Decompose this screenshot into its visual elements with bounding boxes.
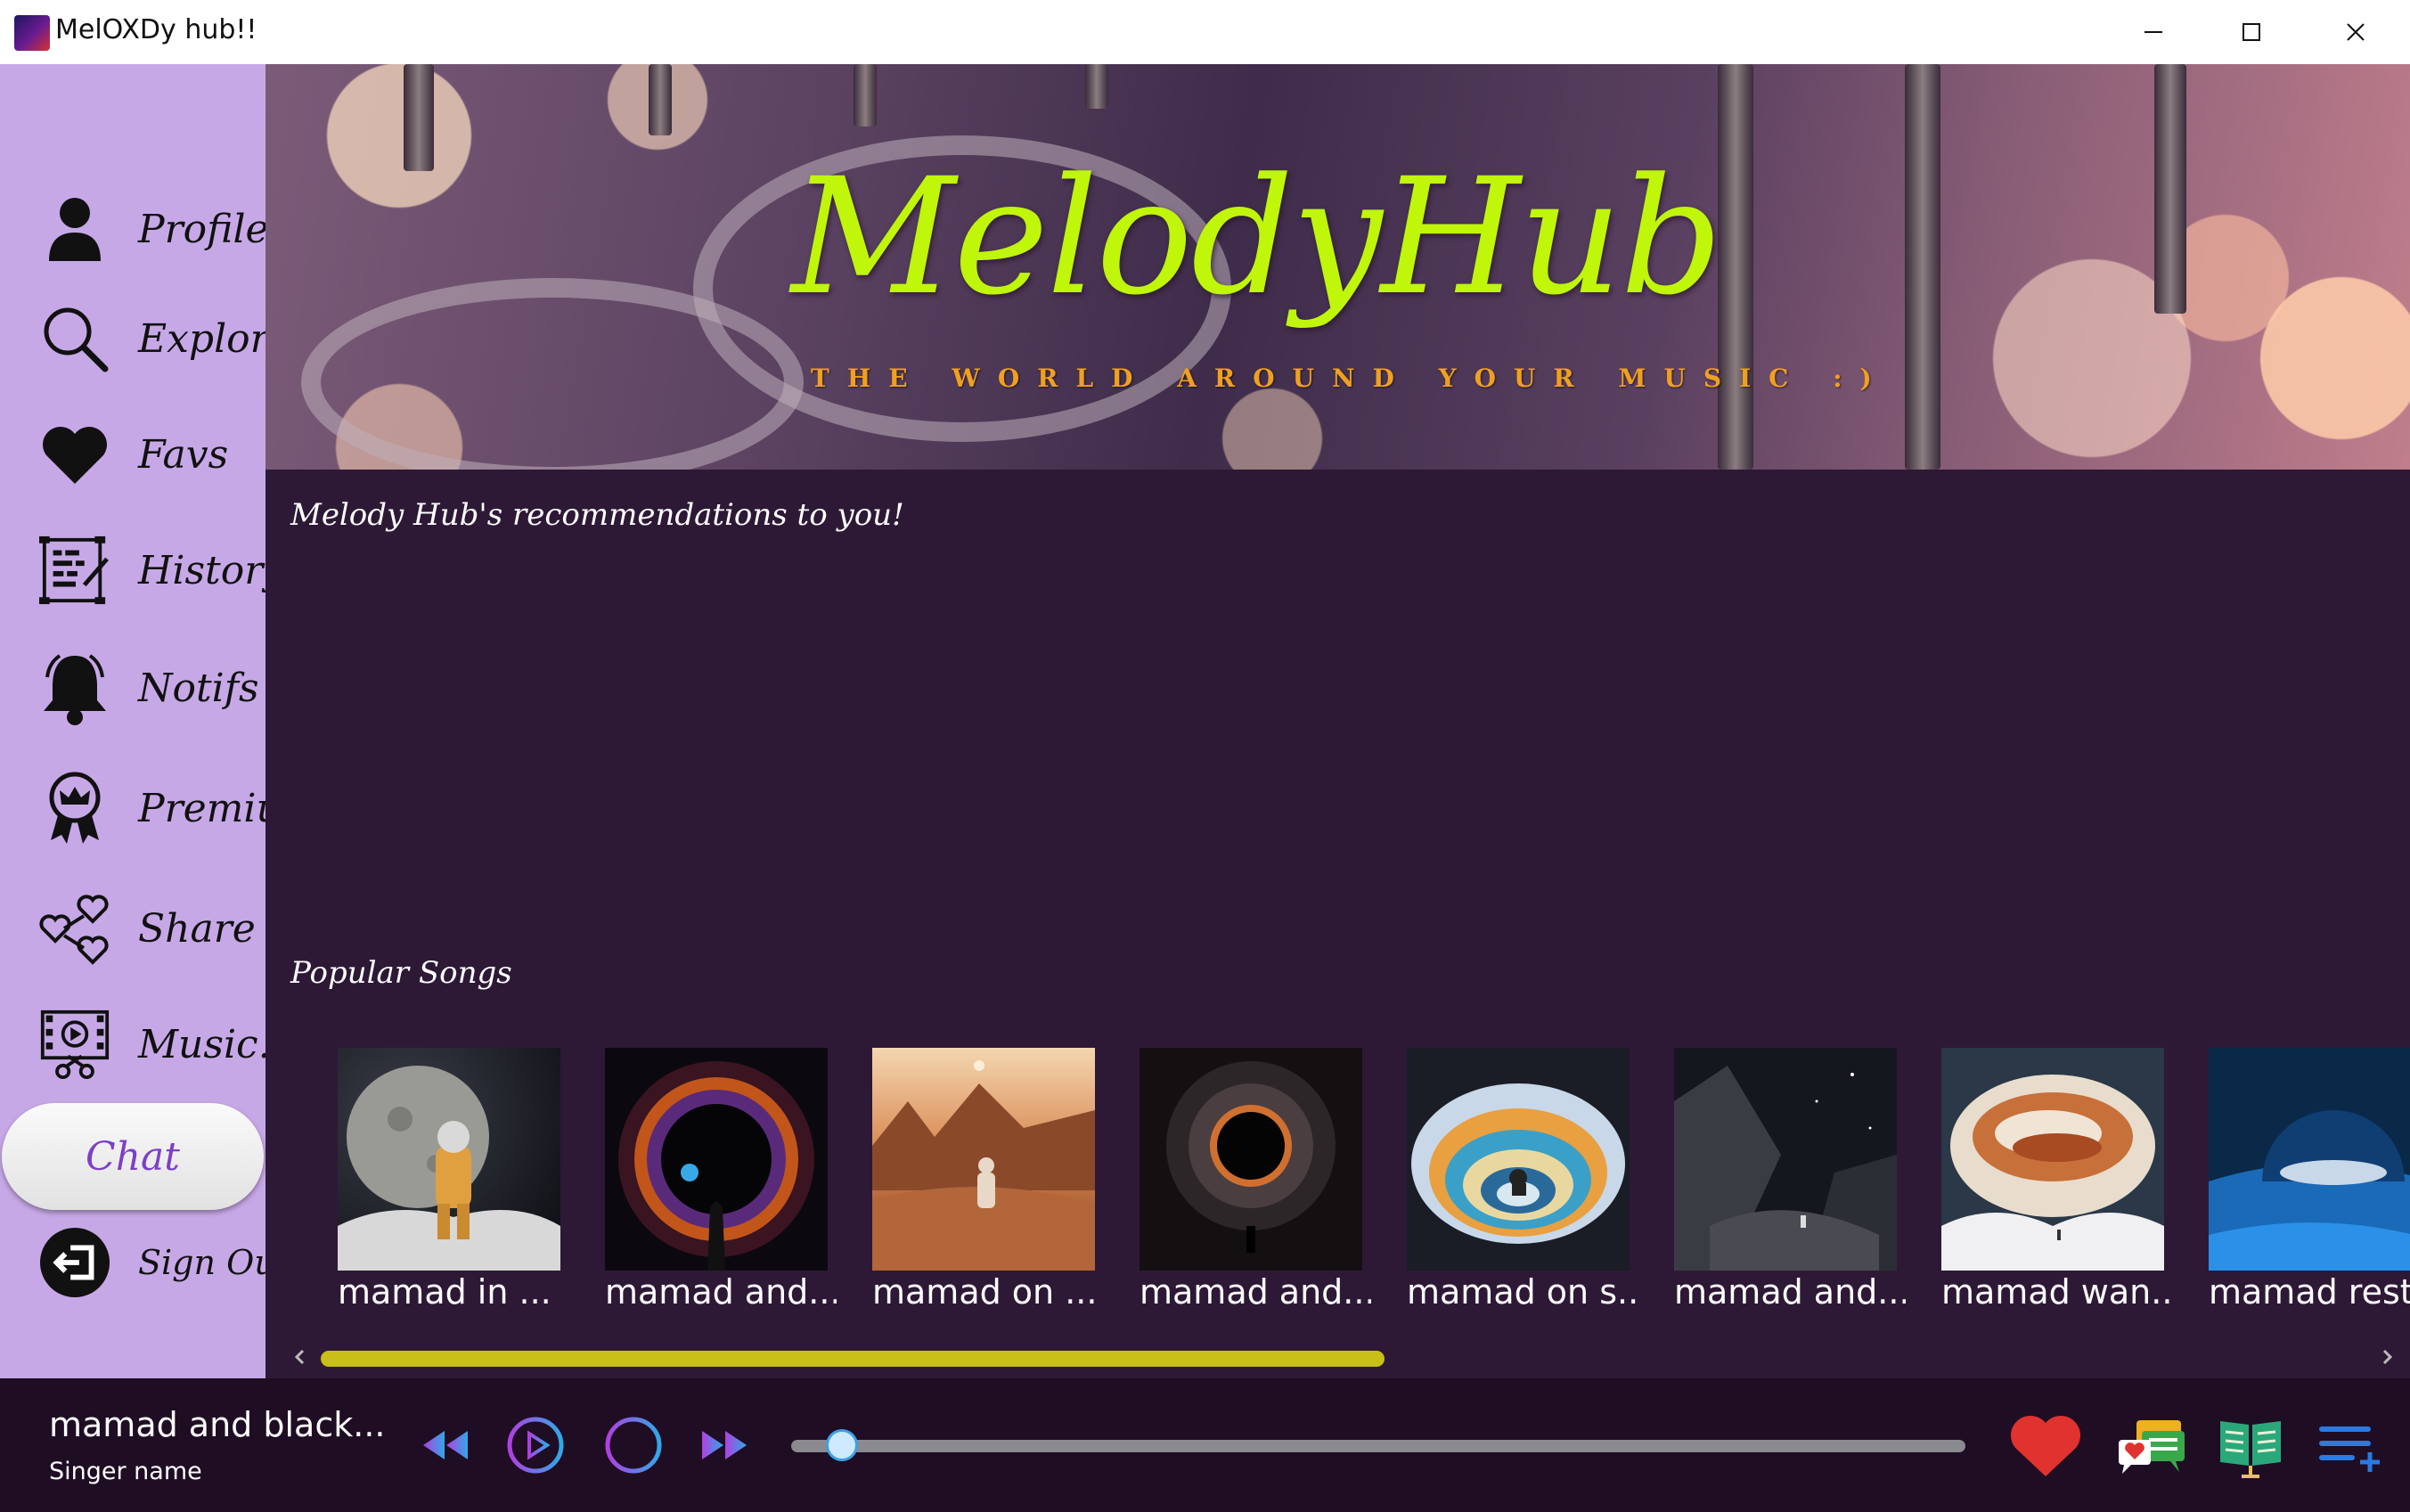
song-card[interactable]: mamad rest... (2209, 1048, 2410, 1333)
minimize-icon (2144, 31, 2162, 33)
sidebar-item-favs[interactable]: Favs (0, 405, 266, 503)
song-title: mamad and... (605, 1272, 837, 1312)
share-hearts-icon (39, 893, 110, 965)
person-icon (39, 193, 110, 265)
sidebar-item-label: Share (138, 905, 256, 952)
song-artwork (1941, 1048, 2164, 1271)
scroll-left-icon (294, 1349, 305, 1365)
song-card[interactable]: mamad in ... (338, 1048, 560, 1333)
song-title: mamad on s... (1407, 1272, 1638, 1312)
minimize-button[interactable] (2102, 0, 2205, 64)
sign-out-button[interactable]: Sign Out (0, 1214, 290, 1312)
song-title: mamad wan... (1941, 1272, 2173, 1312)
song-title: mamad in ... (338, 1272, 551, 1312)
song-card[interactable]: mamad on s... (1407, 1048, 1638, 1333)
song-artwork (872, 1048, 1095, 1271)
sidebar-item-premium[interactable]: Premium (0, 759, 319, 857)
banner-decoration (2154, 64, 2186, 314)
rewind-button[interactable] (414, 1414, 477, 1476)
main-content: MelodyHub THE WORLD AROUND YOUR MUSIC :)… (266, 64, 2410, 1378)
song-artwork (2209, 1048, 2410, 1271)
player-bar: mamad and black... Singer name (0, 1378, 2410, 1512)
song-title: mamad on ... (872, 1272, 1098, 1312)
chat-button-label: Chat (86, 1133, 180, 1180)
play-button[interactable] (504, 1414, 567, 1476)
window-title: MelOXDy hub!! (55, 14, 257, 45)
sidebar: Profile Explore Favs History Notifs Prem… (0, 64, 319, 1378)
banner: MelodyHub THE WORLD AROUND YOUR MUSIC :) (266, 64, 2410, 470)
pause-icon (605, 1417, 662, 1474)
heart-icon (39, 419, 110, 490)
playlist-add-icon (2319, 1426, 2380, 1472)
sidebar-item-history[interactable]: History (0, 521, 285, 619)
chat-bubbles-icon (2119, 1420, 2185, 1474)
progress-knob[interactable] (826, 1429, 858, 1461)
song-card[interactable]: mamad and... (1674, 1048, 1906, 1333)
fast-forward-button[interactable] (693, 1414, 756, 1476)
scrollbar-thumb[interactable] (321, 1351, 1385, 1367)
banner-decoration (404, 64, 434, 171)
pause-button[interactable] (602, 1414, 665, 1476)
banner-decoration (854, 64, 877, 127)
maximize-icon (2243, 23, 2260, 41)
film-music-icon (39, 1009, 110, 1080)
song-artwork (338, 1048, 560, 1271)
crown-badge-icon (39, 772, 110, 844)
song-artwork (1674, 1048, 1897, 1271)
sidebar-item-label: Notifs (138, 665, 259, 711)
title-bar: MelOXDy hub!! (0, 0, 2410, 65)
banner-decoration (1905, 64, 1940, 470)
sidebar-item-explore[interactable]: Explore (0, 290, 292, 388)
recommendations-title: Melody Hub's recommendations to you! (290, 497, 904, 533)
song-title: mamad rest... (2209, 1272, 2410, 1312)
sidebar-item-notifs[interactable]: Notifs (0, 639, 266, 737)
scroll-right-icon (2382, 1349, 2393, 1365)
history-icon (39, 535, 110, 606)
song-artwork (605, 1048, 828, 1271)
comments-button[interactable] (2113, 1410, 2188, 1482)
open-book-icon (2220, 1421, 2281, 1478)
sidebar-item-share[interactable]: Share (0, 879, 266, 977)
rewind-icon (423, 1431, 468, 1459)
banner-decoration (1718, 64, 1753, 470)
sidebar-item-label: Favs (138, 431, 229, 478)
now-playing-title: mamad and black... (49, 1405, 386, 1444)
song-artwork (1407, 1048, 1630, 1271)
play-icon (507, 1417, 564, 1474)
sidebar-item-profile[interactable]: Profile (0, 180, 269, 278)
app-icon (14, 15, 50, 51)
fast-forward-icon (702, 1431, 747, 1459)
bell-icon (39, 652, 110, 725)
banner-logo: MelodyHub (791, 144, 1723, 331)
progress-track[interactable] (791, 1440, 1965, 1452)
banner-decoration (649, 64, 672, 135)
song-artwork (1140, 1048, 1362, 1271)
banner-decoration (1085, 64, 1108, 109)
song-card[interactable]: mamad on ... (872, 1048, 1097, 1333)
lyrics-button[interactable] (2213, 1410, 2288, 1482)
add-to-playlist-button[interactable] (2313, 1410, 2388, 1482)
sign-out-icon (39, 1227, 110, 1298)
close-button[interactable] (2304, 0, 2407, 64)
search-icon (39, 303, 110, 374)
sidebar-item-label: History (138, 547, 286, 593)
now-playing-singer: Singer name (49, 1458, 202, 1485)
song-title: mamad and... (1140, 1272, 1371, 1312)
song-card[interactable]: mamad and... (605, 1048, 837, 1333)
like-button[interactable] (2008, 1410, 2083, 1482)
maximize-button[interactable] (2200, 0, 2303, 64)
song-card[interactable]: mamad and... (1140, 1048, 1371, 1333)
song-title: mamad and... (1674, 1272, 1906, 1312)
sidebar-item-label: Profile (138, 206, 269, 252)
heart-icon (2010, 1415, 2081, 1476)
popular-songs-title: Popular Songs (290, 955, 512, 991)
close-icon (2347, 23, 2365, 41)
banner-tagline: THE WORLD AROUND YOUR MUSIC :) (811, 364, 1890, 393)
song-card[interactable]: mamad wan... (1941, 1048, 2173, 1333)
sidebar-item-music[interactable]: Music... (0, 995, 296, 1093)
chat-button[interactable]: Chat (2, 1103, 264, 1210)
